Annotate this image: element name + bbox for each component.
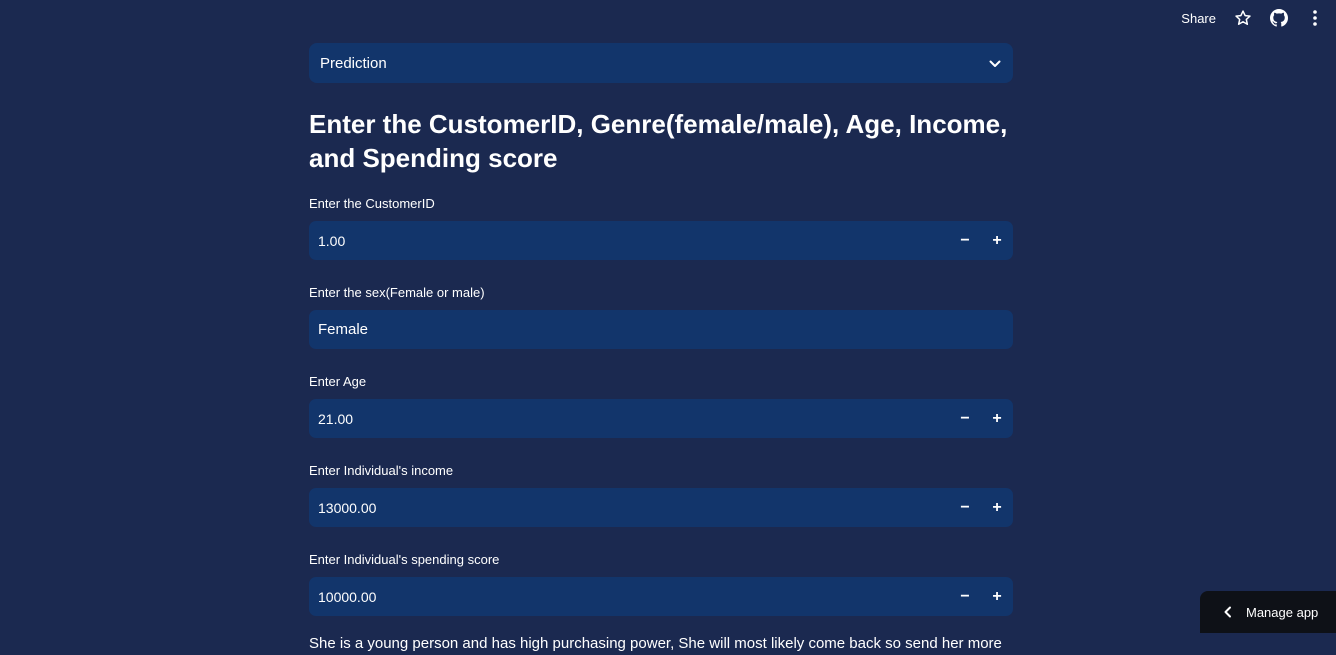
chevron-down-icon — [989, 55, 1001, 72]
page-select-value: Prediction — [320, 55, 387, 72]
spending-score-decrement-button[interactable]: − — [949, 577, 981, 616]
age-label: Enter Age — [309, 374, 1013, 390]
spending-score-input[interactable]: 10000.00 − + — [309, 577, 1013, 616]
spending-score-label: Enter Individual's spending score — [309, 552, 1013, 568]
age-decrement-button[interactable]: − — [949, 399, 981, 438]
page-select[interactable]: Prediction — [309, 43, 1013, 83]
customerid-label: Enter the CustomerID — [309, 196, 1013, 212]
age-increment-button[interactable]: + — [981, 399, 1013, 438]
page-title: Enter the CustomerID, Genre(female/male)… — [309, 107, 1009, 175]
manage-app-label: Manage app — [1246, 605, 1318, 620]
manage-app-button[interactable]: Manage app — [1200, 591, 1336, 633]
spending-score-value[interactable]: 10000.00 — [318, 589, 949, 605]
income-label: Enter Individual's income — [309, 463, 1013, 479]
customerid-value[interactable]: 1.00 — [318, 233, 949, 249]
sex-label: Enter the sex(Female or male) — [309, 285, 1013, 301]
customerid-increment-button[interactable]: + — [981, 221, 1013, 260]
github-icon[interactable] — [1270, 9, 1288, 27]
age-input[interactable]: 21.00 − + — [309, 399, 1013, 438]
income-decrement-button[interactable]: − — [949, 488, 981, 527]
income-value[interactable]: 13000.00 — [318, 500, 949, 516]
customerid-decrement-button[interactable]: − — [949, 221, 981, 260]
sex-value[interactable]: Female — [318, 321, 1013, 338]
income-increment-button[interactable]: + — [981, 488, 1013, 527]
customerid-input[interactable]: 1.00 − + — [309, 221, 1013, 260]
spending-score-increment-button[interactable]: + — [981, 577, 1013, 616]
app-toolbar: Share — [1181, 0, 1336, 36]
star-icon[interactable] — [1234, 9, 1252, 27]
income-input[interactable]: 13000.00 − + — [309, 488, 1013, 527]
sex-input[interactable]: Female — [309, 310, 1013, 349]
prediction-result-text: She is a young person and has high purch… — [309, 633, 1013, 655]
more-vertical-icon[interactable] — [1306, 9, 1324, 27]
age-value[interactable]: 21.00 — [318, 411, 949, 427]
chevron-left-icon — [1224, 606, 1232, 618]
main-content: Prediction Enter the CustomerID, Genre(f… — [309, 43, 1013, 655]
share-button[interactable]: Share — [1181, 11, 1216, 26]
